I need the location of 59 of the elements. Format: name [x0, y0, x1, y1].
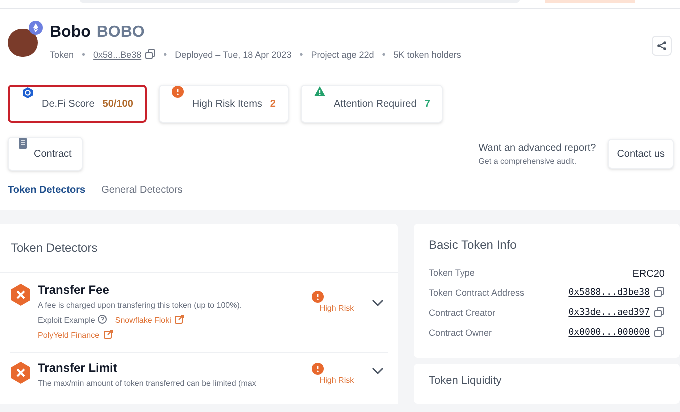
external-link-icon [104, 330, 113, 339]
copy-icon [144, 48, 156, 60]
info-label: Token Type [429, 267, 475, 280]
stat-value: 50/100 [102, 98, 134, 112]
separator-dot: • [164, 49, 168, 63]
alert-icon [312, 363, 324, 375]
detector-description: The max/min amount of token transferred can be limited (max [38, 378, 258, 390]
info-label: Contract Creator [429, 307, 496, 320]
separator-dot: • [382, 49, 386, 63]
detector-title: Transfer Fee [38, 283, 110, 297]
contact-us-button[interactable]: Contact us [608, 139, 674, 169]
document-icon [19, 138, 27, 149]
copy-icon [654, 287, 665, 298]
contract-button[interactable]: Contract [8, 137, 83, 171]
address-link[interactable]: 0x0000...000000 [568, 327, 650, 341]
external-link-icon [175, 315, 184, 324]
token-type: Token [50, 48, 74, 62]
share-button[interactable] [652, 36, 672, 56]
stat-value: 7 [424, 98, 430, 112]
report-subtitle: Get a comprehensive audit. [478, 156, 578, 168]
deployed-date: Deployed – Tue, 18 Apr 2023 [175, 48, 292, 62]
token-name: Bobo [50, 23, 91, 43]
error-hexagon-icon [10, 283, 32, 307]
copy-icon [654, 307, 665, 318]
address-link[interactable]: 0x5888...d3be38 [568, 287, 650, 301]
alert-icon [312, 291, 324, 303]
risk-label: High Risk [320, 376, 354, 386]
ethereum-badge-icon [29, 21, 43, 35]
stat-label: De.Fi Score [42, 98, 95, 112]
info-value: ERC20 [632, 268, 665, 282]
stat-label: High Risk Items [192, 98, 262, 112]
chevron-down-icon [372, 299, 384, 307]
token-address-link[interactable]: 0x58...Be38 [94, 48, 142, 62]
risk-label: High Risk [320, 304, 354, 314]
token-symbol: BOBO [96, 23, 145, 43]
card-title: Token Detectors [11, 241, 98, 255]
chevron-down-icon [372, 367, 384, 375]
card-title: Basic Token Info [429, 237, 518, 254]
token-holders: 5K token holders [394, 48, 462, 62]
info-label: Token Contract Address [429, 287, 525, 300]
copy-icon [654, 327, 665, 338]
address-link[interactable]: 0x33de...aed397 [568, 307, 650, 321]
stat-label: Attention Required [334, 98, 417, 112]
stat-value: 2 [270, 98, 276, 112]
info-label: Contract Owner [429, 327, 492, 340]
report-title: Want an advanced report? [478, 142, 596, 156]
detector-description: A fee is charged upon transfering this token (up to 100%). [38, 300, 244, 312]
detector-tab[interactable]: General Detectors [102, 183, 183, 198]
project-age: Project age 22d [311, 48, 374, 62]
detector-title: Transfer Limit [38, 361, 118, 375]
exploit-label: Exploit Example [38, 315, 96, 327]
help-icon [98, 315, 108, 324]
avatar [8, 29, 38, 57]
card-title: Token Liquidity [429, 375, 502, 387]
detector-tab[interactable]: Token Detectors [8, 183, 86, 198]
separator-dot: • [300, 49, 304, 63]
error-hexagon-icon [10, 361, 32, 385]
share-icon [657, 41, 667, 51]
separator-dot: • [82, 49, 86, 63]
